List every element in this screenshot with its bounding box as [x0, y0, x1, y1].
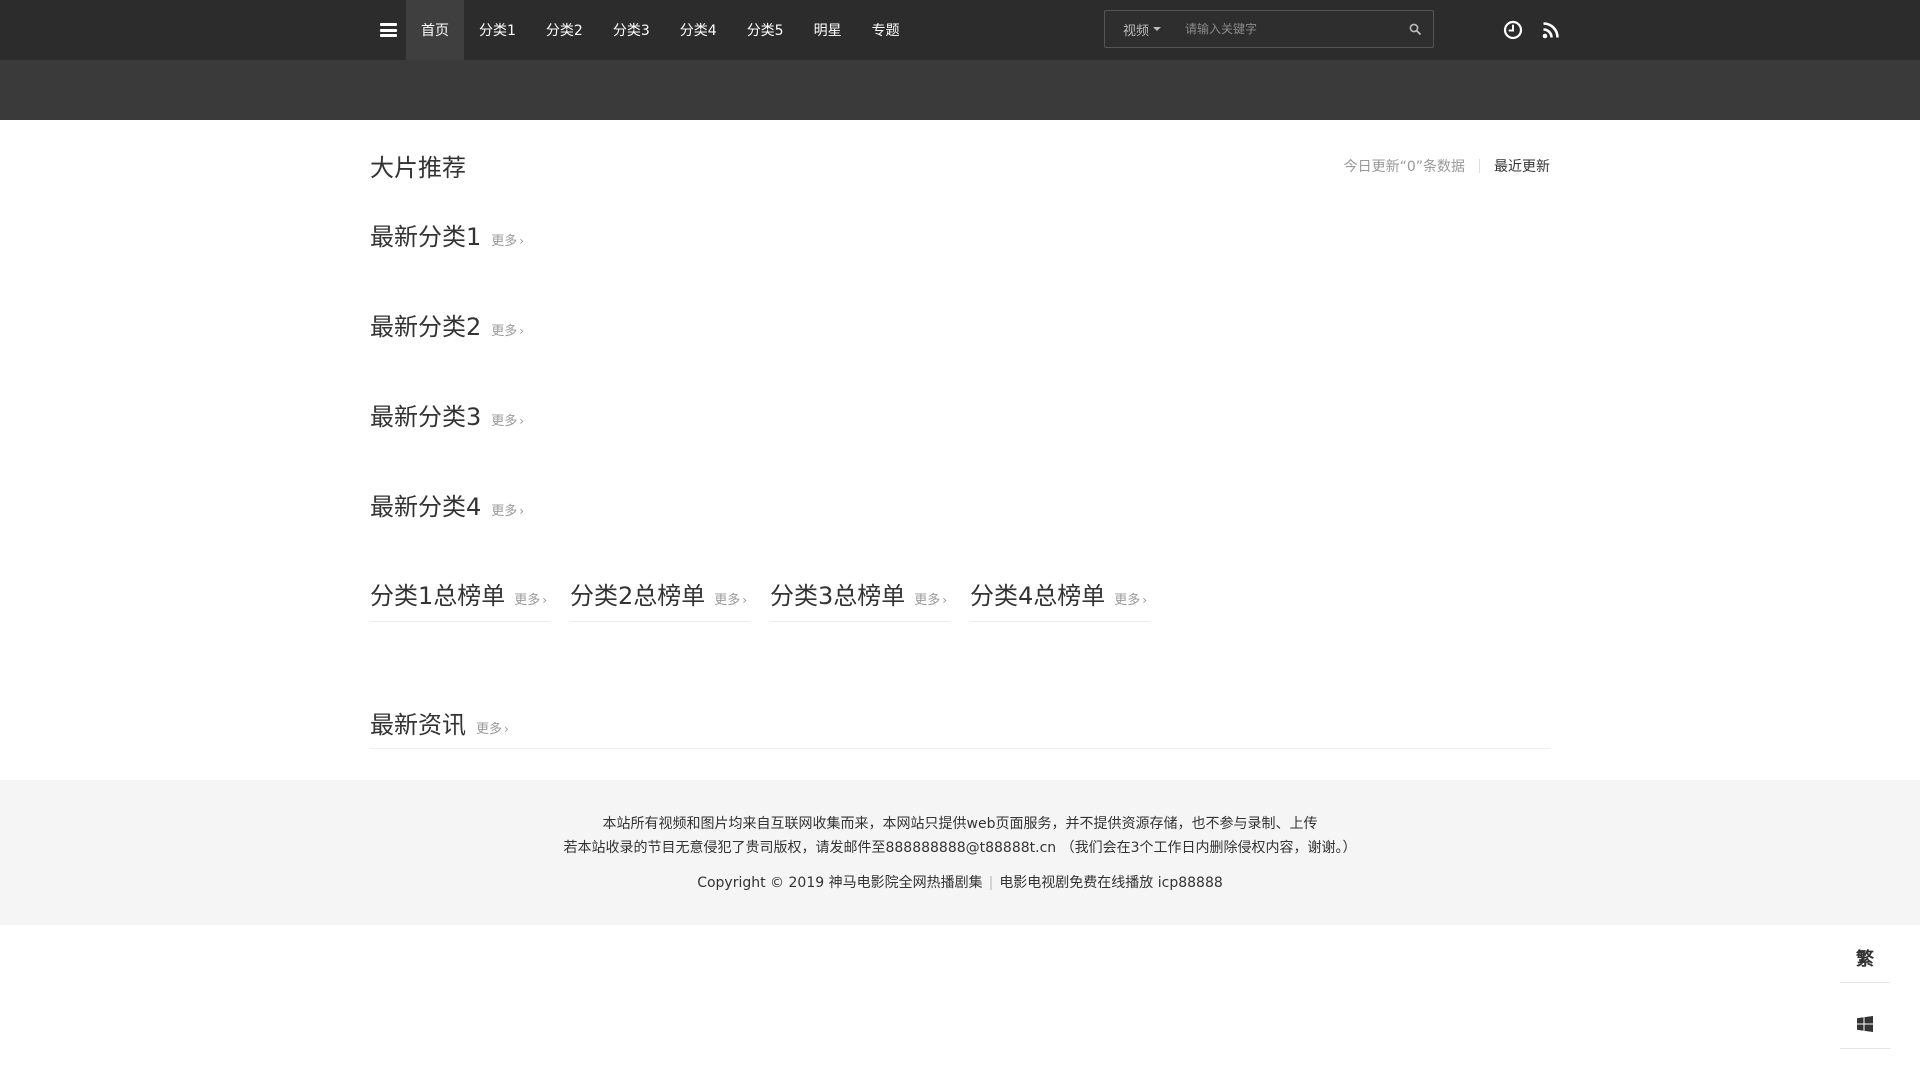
ranking-category4: 分类4总榜单 更多 › — [970, 576, 1150, 622]
section-title: 最新分类4 — [370, 493, 482, 521]
divider: | — [988, 875, 994, 891]
section-latest-category1: 最新分类1 更多 › — [370, 217, 524, 252]
nav-item-home[interactable]: 首页 — [406, 0, 464, 60]
section-latest-category2: 最新分类2 更多 › — [370, 307, 524, 342]
main-nav: 首页 分类1 分类2 分类3 分类4 分类5 明星 专题 — [406, 0, 915, 60]
search-bar: 视频 — [1104, 10, 1434, 48]
section-latest-news: 最新资讯 更多 › — [370, 705, 509, 740]
caret-down-icon — [1153, 27, 1161, 31]
chevron-right-icon: › — [519, 234, 525, 248]
chevron-right-icon: › — [519, 414, 525, 428]
rss-button[interactable] — [1539, 18, 1563, 42]
section-title: 最新分类2 — [370, 313, 482, 341]
more-link[interactable]: 更多 › — [514, 589, 547, 608]
windows-app-button[interactable] — [1840, 999, 1890, 1049]
ranking-title: 分类1总榜单 — [370, 582, 506, 610]
section-latest-category3: 最新分类3 更多 › — [370, 397, 524, 432]
search-button[interactable] — [1397, 11, 1433, 47]
nav-item-category2[interactable]: 分类2 — [531, 0, 598, 60]
section-title: 最新资讯 — [370, 711, 466, 739]
divider — [370, 748, 1550, 749]
footer-disclaimer: 本站所有视频和图片均来自互联网收集而来，本网站只提供web页面服务，并不提供资源… — [602, 816, 1318, 832]
more-link[interactable]: 更多 › — [491, 500, 524, 519]
nav-item-category1[interactable]: 分类1 — [464, 0, 531, 60]
more-link[interactable]: 更多 › — [1114, 589, 1147, 608]
top-navbar: 首页 分类1 分类2 分类3 分类4 分类5 明星 专题 视频 — [0, 0, 1920, 60]
more-link[interactable]: 更多 › — [491, 230, 524, 249]
chevron-right-icon: › — [742, 593, 748, 607]
traditional-chinese-toggle[interactable]: 繁 — [1840, 933, 1890, 983]
nav-item-stars[interactable]: 明星 — [799, 0, 857, 60]
footer-copyright-notice: 若本站收录的节目无意侵犯了贵司版权，请发邮件至888888888@t88888t… — [563, 840, 1357, 856]
footer-copyright: Copyright © 2019 神马电影院全网热播剧集 | 电影电视剧免费在线播放… — [0, 871, 1920, 895]
today-update-count: 今日更新“0”条数据 — [1343, 159, 1465, 175]
chevron-right-icon: › — [942, 593, 948, 607]
nav-item-category4[interactable]: 分类4 — [665, 0, 732, 60]
nav-item-category5[interactable]: 分类5 — [732, 0, 799, 60]
site-tagline: 电影电视剧免费在线播放 icp88888 — [999, 875, 1223, 891]
more-link[interactable]: 更多 › — [491, 320, 524, 339]
divider — [1479, 159, 1480, 173]
chevron-right-icon: › — [519, 504, 525, 518]
more-link[interactable]: 更多 › — [914, 589, 947, 608]
traditional-label: 繁 — [1856, 948, 1874, 970]
update-info: 今日更新“0”条数据 最近更新 — [1344, 156, 1550, 176]
footer: 本站所有视频和图片均来自互联网收集而来，本网站只提供web页面服务，并不提供资源… — [0, 780, 1920, 925]
more-link[interactable]: 更多 › — [491, 410, 524, 429]
ranking-category2: 分类2总榜单 更多 › — [570, 576, 750, 622]
search-type-dropdown[interactable]: 视频 — [1105, 11, 1179, 47]
windows-icon — [1857, 1015, 1873, 1032]
section-title: 最新分类3 — [370, 403, 482, 431]
more-link[interactable]: 更多 › — [714, 589, 747, 608]
copyright-text: Copyright © 2019 神马电影院全网热播剧集 — [697, 875, 983, 891]
search-type-label: 视频 — [1122, 23, 1149, 39]
nav-item-topics[interactable]: 专题 — [857, 0, 915, 60]
history-clock-icon — [1503, 20, 1523, 40]
ranking-title: 分类4总榜单 — [970, 582, 1106, 610]
menu-icon — [379, 23, 397, 37]
search-icon — [1409, 23, 1421, 35]
chevron-right-icon: › — [542, 593, 548, 607]
chevron-right-icon: › — [519, 324, 525, 338]
section-latest-category4: 最新分类4 更多 › — [370, 487, 524, 522]
section-title: 最新分类1 — [370, 223, 482, 251]
rss-icon — [1542, 22, 1559, 39]
recent-updates-link[interactable]: 最近更新 — [1494, 156, 1550, 176]
chevron-right-icon: › — [504, 722, 509, 736]
history-button[interactable] — [1501, 18, 1525, 42]
search-input[interactable] — [1179, 11, 1397, 47]
hot-recommend-title: 大片推荐 — [370, 154, 466, 182]
menu-button[interactable] — [370, 0, 406, 60]
ranking-category1: 分类1总榜单 更多 › — [370, 576, 550, 622]
chevron-right-icon: › — [1142, 593, 1148, 607]
nav-item-category3[interactable]: 分类3 — [598, 0, 665, 60]
ranking-category3: 分类3总榜单 更多 › — [770, 576, 950, 622]
more-link[interactable]: 更多 › — [476, 718, 509, 737]
ranking-title: 分类2总榜单 — [570, 582, 706, 610]
header-banner-strip — [0, 60, 1920, 120]
ranking-title: 分类3总榜单 — [770, 582, 906, 610]
